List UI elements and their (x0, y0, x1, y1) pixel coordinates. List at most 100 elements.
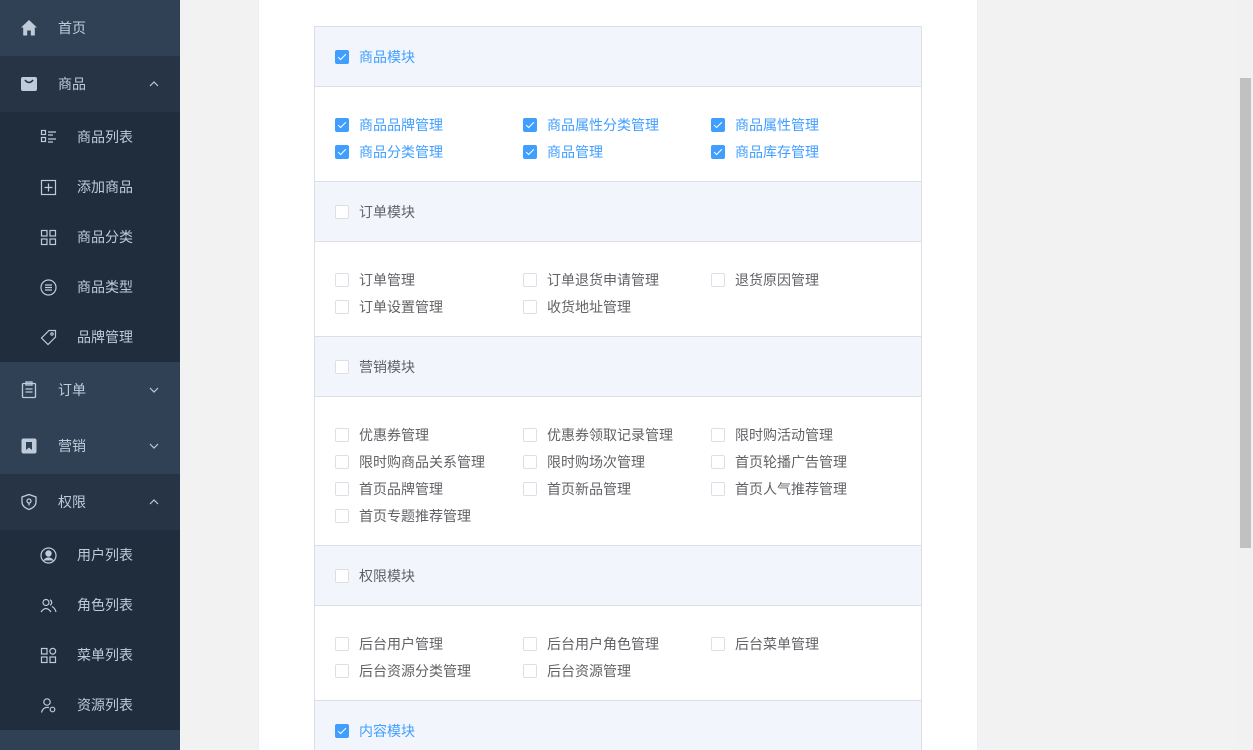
checkbox-box[interactable] (523, 272, 537, 287)
sidebar-item-add-product[interactable]: 添加商品 (0, 162, 180, 212)
checkbox-box[interactable] (523, 299, 537, 314)
checkbox-box[interactable] (523, 636, 537, 651)
permission-checkbox[interactable]: 订单退货申请管理 (523, 266, 711, 293)
sidebar-item-user-list[interactable]: 用户列表 (0, 530, 180, 580)
checkbox-box[interactable] (711, 636, 725, 651)
module-header: 权限模块 (315, 546, 921, 606)
user-settings-icon (40, 697, 57, 714)
sidebar-item-product-category[interactable]: 商品分类 (0, 212, 180, 262)
menu-item-marketing[interactable]: 营销 (0, 418, 180, 474)
permission-checkbox[interactable]: 后台菜单管理 (711, 630, 899, 657)
module-title: 商品模块 (359, 49, 415, 66)
sidebar-item-role-list[interactable]: 角色列表 (0, 580, 180, 630)
permission-checkbox[interactable]: 订单管理 (335, 266, 523, 293)
permission-checkbox[interactable]: 退货原因管理 (711, 266, 899, 293)
checkbox-box[interactable] (335, 117, 349, 132)
module-checkbox[interactable]: 权限模块 (335, 566, 415, 586)
module-header: 订单模块 (315, 182, 921, 242)
checkbox-box[interactable] (523, 144, 537, 159)
sidebar-item-brand[interactable]: 品牌管理 (0, 312, 180, 362)
checkbox-box[interactable] (711, 481, 725, 496)
permission-label: 收货地址管理 (547, 299, 631, 316)
menu-grid-icon (40, 647, 57, 664)
permission-checkbox[interactable]: 收货地址管理 (523, 293, 711, 320)
permission-label: 商品品牌管理 (359, 117, 443, 134)
checkbox-box[interactable] (335, 481, 349, 496)
checkbox-box[interactable] (523, 117, 537, 132)
sidebar-item-resource-list[interactable]: 资源列表 (0, 680, 180, 730)
permission-checkbox[interactable]: 后台资源分类管理 (335, 657, 523, 684)
checkbox-box[interactable] (711, 272, 725, 287)
sidebar-item-label: 菜单列表 (77, 648, 133, 664)
permission-label: 优惠券管理 (359, 427, 429, 444)
menu-item-order[interactable]: 订单 (0, 362, 180, 418)
checkbox-box[interactable] (711, 427, 725, 442)
permission-checkbox[interactable]: 商品管理 (523, 138, 711, 165)
module-checkbox[interactable]: 商品模块 (335, 47, 415, 67)
module-header: 内容模块 (315, 701, 921, 750)
scrollbar-thumb[interactable] (1240, 78, 1251, 548)
checkbox-box[interactable] (523, 427, 537, 442)
permission-label: 首页品牌管理 (359, 481, 443, 498)
permission-checkbox[interactable]: 订单设置管理 (335, 293, 523, 320)
permission-checkbox[interactable]: 首页专题推荐管理 (335, 502, 523, 529)
permission-checkbox[interactable]: 限时购活动管理 (711, 421, 899, 448)
checkbox-box[interactable] (335, 204, 349, 219)
menu-item-home[interactable]: 首页 (0, 0, 180, 56)
menu-label-home: 首页 (58, 21, 86, 37)
clipboard-icon (20, 381, 38, 399)
scrollbar[interactable] (1238, 0, 1253, 750)
checkbox-box[interactable] (335, 49, 349, 64)
permission-checkbox[interactable]: 商品库存管理 (711, 138, 899, 165)
checkbox-box[interactable] (335, 454, 349, 469)
sidebar-item-product-list[interactable]: 商品列表 (0, 112, 180, 162)
permission-checkbox[interactable]: 后台用户角色管理 (523, 630, 711, 657)
checkbox-box[interactable] (523, 481, 537, 496)
permission-checkbox[interactable]: 首页品牌管理 (335, 475, 523, 502)
module-body: 商品品牌管理 商品属性分类管理 商品属性管理商品分类管理 商品管理 商品库存管理 (315, 87, 921, 182)
sidebar-item-product-type[interactable]: 商品类型 (0, 262, 180, 312)
permission-checkbox[interactable]: 限时购商品关系管理 (335, 448, 523, 475)
checkbox-box[interactable] (335, 508, 349, 523)
checkbox-box[interactable] (335, 723, 349, 738)
menu-item-permission[interactable]: 权限 (0, 474, 180, 530)
checkbox-box[interactable] (335, 272, 349, 287)
checkbox-box[interactable] (335, 359, 349, 374)
checkbox-box[interactable] (335, 299, 349, 314)
permission-checkbox[interactable]: 后台用户管理 (335, 630, 523, 657)
permission-checkbox[interactable]: 商品属性管理 (711, 111, 899, 138)
permission-label: 首页人气推荐管理 (735, 481, 847, 498)
permission-label: 商品分类管理 (359, 144, 443, 161)
checkbox-box[interactable] (523, 663, 537, 678)
checkbox-box[interactable] (335, 144, 349, 159)
checkbox-box[interactable] (335, 663, 349, 678)
permission-checkbox[interactable]: 商品品牌管理 (335, 111, 523, 138)
checkbox-box[interactable] (523, 454, 537, 469)
checkbox-box[interactable] (711, 117, 725, 132)
menu-label-permission: 权限 (58, 495, 86, 511)
sidebar-item-label: 品牌管理 (77, 330, 133, 346)
checkbox-box[interactable] (335, 568, 349, 583)
add-box-icon (40, 179, 57, 196)
permission-checkbox[interactable]: 限时购场次管理 (523, 448, 711, 475)
permission-checkbox[interactable]: 后台资源管理 (523, 657, 711, 684)
menu-item-product[interactable]: 商品 (0, 56, 180, 112)
permission-checkbox[interactable]: 优惠券领取记录管理 (523, 421, 711, 448)
permission-checkbox[interactable]: 商品分类管理 (335, 138, 523, 165)
checkbox-box[interactable] (335, 427, 349, 442)
menu-label-marketing: 营销 (58, 439, 86, 455)
permission-checkbox[interactable]: 优惠券管理 (335, 421, 523, 448)
sidebar-item-menu-list[interactable]: 菜单列表 (0, 630, 180, 680)
permission-checkbox[interactable]: 商品属性分类管理 (523, 111, 711, 138)
permission-checkbox[interactable]: 首页轮播广告管理 (711, 448, 899, 475)
module-list: 商品模块商品品牌管理 商品属性分类管理 商品属性管理商品分类管理 商品管理 商品库存管理… (314, 26, 922, 750)
module-checkbox[interactable]: 订单模块 (335, 202, 415, 222)
checkbox-box[interactable] (711, 454, 725, 469)
permission-checkbox[interactable]: 首页新品管理 (523, 475, 711, 502)
permission-label: 商品属性管理 (735, 117, 819, 134)
checkbox-box[interactable] (711, 144, 725, 159)
module-checkbox[interactable]: 营销模块 (335, 357, 415, 377)
module-checkbox[interactable]: 内容模块 (335, 721, 415, 741)
permission-checkbox[interactable]: 首页人气推荐管理 (711, 475, 899, 502)
checkbox-box[interactable] (335, 636, 349, 651)
